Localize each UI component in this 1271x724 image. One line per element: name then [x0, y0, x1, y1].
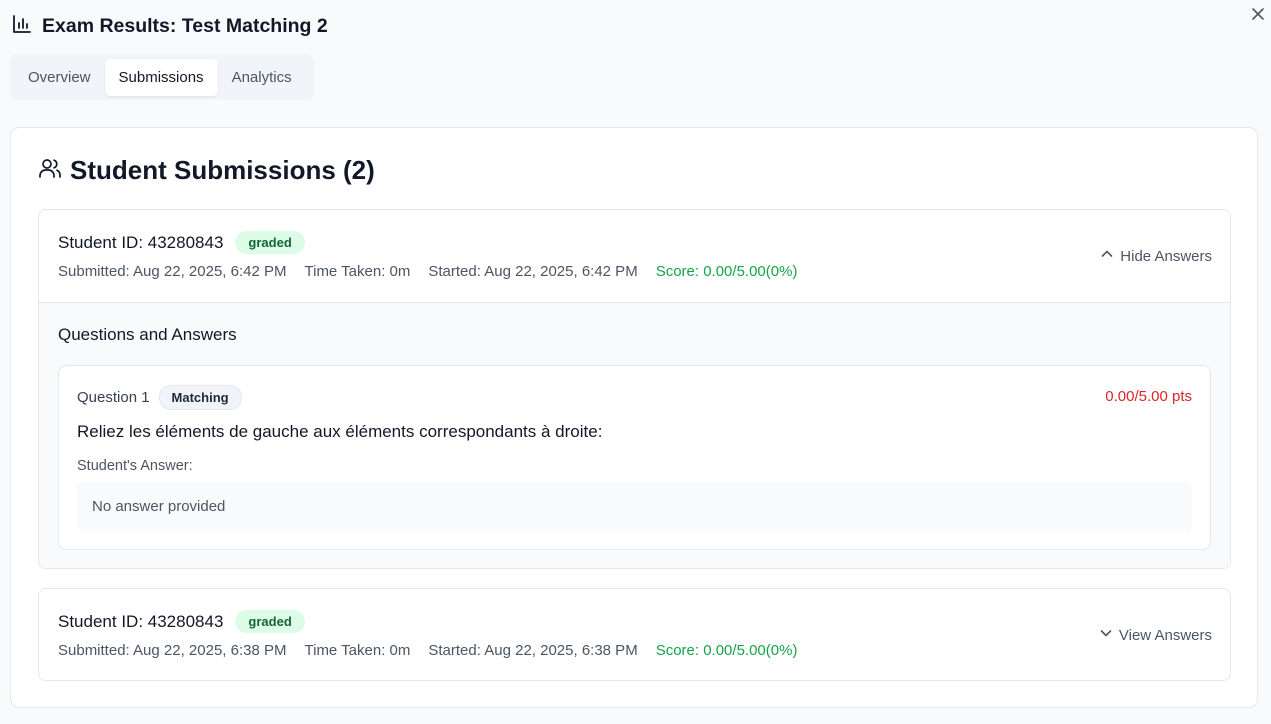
questions-answers-section: Questions and Answers Question 1 Matchin…: [39, 302, 1230, 568]
submission-header[interactable]: Student ID: 43280843 graded Submitted: A…: [39, 589, 1230, 680]
question-card: Question 1 Matching 0.00/5.00 pts Reliez…: [58, 365, 1211, 550]
toggle-label: Hide Answers: [1120, 247, 1212, 265]
exam-results-dialog: Exam Results: Test Matching 2 Overview S…: [0, 0, 1271, 724]
submission-card: Student ID: 43280843 graded Submitted: A…: [38, 588, 1231, 681]
chevron-up-icon: [1100, 247, 1114, 265]
toggle-label: View Answers: [1118, 626, 1212, 644]
tab-list: Overview Submissions Analytics: [10, 54, 314, 100]
question-points: 0.00/5.00 pts: [1105, 388, 1192, 405]
tab-analytics[interactable]: Analytics: [218, 59, 306, 96]
student-id: Student ID: 43280843: [58, 611, 224, 631]
status-badge: graded: [235, 231, 305, 254]
close-icon[interactable]: [1248, 4, 1268, 24]
answer-box: No answer provided: [77, 482, 1192, 531]
submission-header[interactable]: Student ID: 43280843 graded Submitted: A…: [39, 210, 1230, 302]
bar-chart-icon: [12, 14, 32, 39]
qa-title: Questions and Answers: [58, 325, 237, 344]
answer-label: Student's Answer:: [77, 458, 193, 474]
started-time: Started: Aug 22, 2025, 6:38 PM: [428, 642, 638, 659]
dialog-header: Exam Results: Test Matching 2: [12, 14, 328, 39]
panel-title: Student Submissions (2): [38, 155, 375, 186]
answer-text: No answer provided: [92, 498, 226, 515]
question-type-badge: Matching: [158, 385, 242, 410]
users-icon: [38, 156, 62, 185]
dialog-title: Exam Results: Test Matching 2: [42, 15, 328, 37]
view-answers-button[interactable]: View Answers: [1099, 626, 1212, 644]
started-time: Started: Aug 22, 2025, 6:42 PM: [428, 263, 638, 280]
submissions-panel: Student Submissions (2) Student ID: 4328…: [10, 127, 1258, 708]
chevron-down-icon: [1099, 626, 1113, 644]
submitted-time: Submitted: Aug 22, 2025, 6:42 PM: [58, 263, 287, 280]
hide-answers-button[interactable]: Hide Answers: [1100, 247, 1212, 265]
status-badge: graded: [235, 610, 305, 633]
time-taken: Time Taken: 0m: [304, 642, 411, 659]
panel-title-text: Student Submissions (2): [70, 155, 375, 185]
submitted-time: Submitted: Aug 22, 2025, 6:38 PM: [58, 642, 287, 659]
tab-overview[interactable]: Overview: [14, 59, 105, 96]
question-text: Reliez les éléments de gauche aux élémen…: [77, 422, 603, 441]
score: Score: 0.00/5.00(0%): [655, 642, 798, 659]
tab-submissions[interactable]: Submissions: [104, 58, 218, 96]
score: Score: 0.00/5.00(0%): [655, 263, 798, 280]
time-taken: Time Taken: 0m: [304, 263, 411, 280]
submission-card: Student ID: 43280843 graded Submitted: A…: [38, 209, 1231, 569]
student-id: Student ID: 43280843: [58, 232, 224, 252]
question-number: Question 1: [77, 389, 150, 406]
